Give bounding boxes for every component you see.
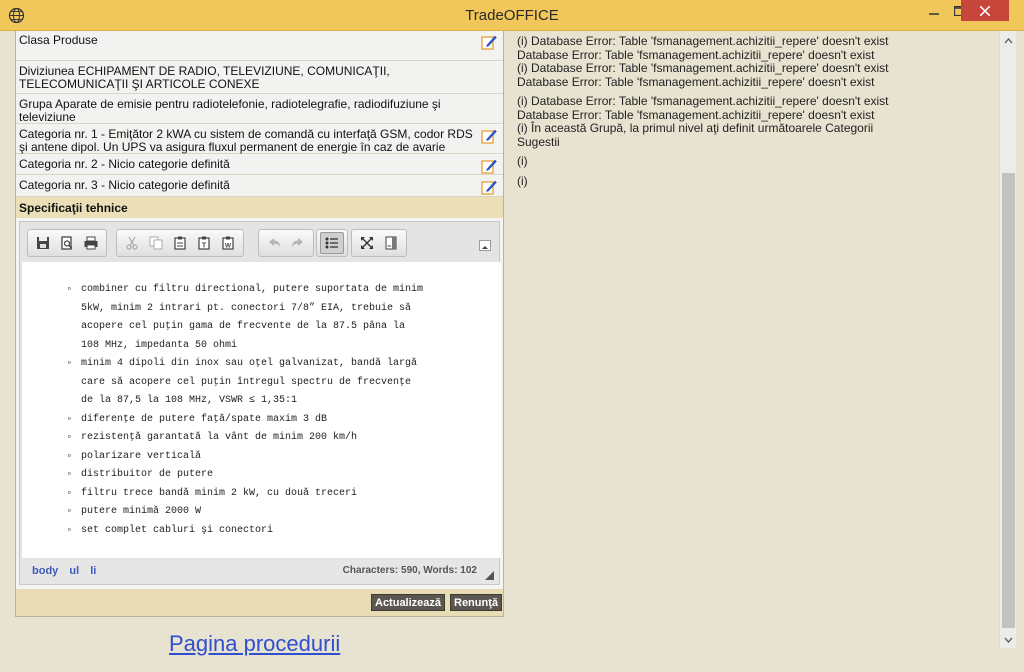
editor-statusbar: body ul li Characters: 590, Words: 102 [20,559,499,584]
row-text: Categoria nr. 2 - Nicio categorie defini… [19,157,230,171]
scroll-up-icon[interactable] [1004,37,1013,46]
row-text: Categoria nr. 1 - Emiţător 2 kWA cu sist… [19,127,473,154]
scroll-down-icon[interactable] [1004,635,1013,644]
edit-icon[interactable] [481,34,497,50]
spec-item[interactable]: distribuitor de putere [66,466,466,485]
toolbar-document-group [27,229,107,257]
actions-bar: Actualizează Renunţă [16,589,503,616]
minimize-button[interactable] [920,0,947,21]
edit-icon[interactable] [481,128,497,144]
log-line: (i) [517,154,528,168]
edit-icon[interactable] [481,158,497,174]
svg-text:W: W [225,243,232,250]
preview-icon[interactable] [55,232,79,254]
paste-word-icon[interactable]: W [216,232,240,254]
log-line: Database Error: Table 'fsmanagement.achi… [517,107,875,122]
collapse-toolbar-button[interactable] [479,240,491,251]
spec-item[interactable]: minim 4 dipoli din inox sau oţel galvani… [66,355,466,411]
log-line: (i) Database Error: Table 'fsmanagement.… [517,34,889,48]
path-li[interactable]: li [90,565,96,577]
row-group: Grupa Aparate de emisie pentru radiotele… [16,95,503,124]
row-division: Diviziunea ECHIPAMENT DE RADIO, TELEVIZI… [16,62,503,94]
element-path: body ul li [32,565,104,577]
row-text: Grupa Aparate de emisie pentru radiotele… [19,97,441,124]
log-line: Database Error: Table 'fsmanagement.achi… [517,74,875,89]
vertical-scrollbar[interactable] [999,31,1016,648]
toolbar-clipboard-group: T W [116,229,244,257]
paste-icon[interactable] [168,232,192,254]
minimize-icon [928,12,939,15]
cancel-button[interactable]: Renunţă [450,594,502,611]
toolbar-view-group [351,229,407,257]
log-line: Database Error: Table 'fsmanagement.achi… [517,47,875,62]
procedure-page-link[interactable]: Pagina procedurii [169,631,340,657]
message-log: (i) Database Error: Table 'fsmanagement.… [517,34,987,188]
log-line: (i) Database Error: Table 'fsmanagement.… [517,94,889,108]
collapse-icon [482,246,488,249]
log-line: Sugestii [517,134,560,149]
spec-item[interactable]: polarizare verticală [66,448,466,467]
scrollbar-thumb[interactable] [1002,173,1015,628]
print-icon[interactable] [79,232,103,254]
spec-item[interactable]: filtru trece bandă minim 2 kW, cu două t… [66,485,466,504]
copy-icon[interactable] [144,232,168,254]
row-category-3: Categoria nr. 3 - Nicio categorie defini… [16,176,503,197]
redo-icon[interactable] [286,232,310,254]
row-category-2: Categoria nr. 2 - Nicio categorie defini… [16,155,503,175]
path-body[interactable]: body [32,565,58,577]
update-button[interactable]: Actualizează [371,594,446,611]
rich-text-editor: T W ◦ combiner cu filtru directional, pu… [19,221,501,585]
spec-item[interactable]: rezistenţă garantată la vânt de minim 20… [66,429,466,448]
spec-item[interactable]: set complet cabluri şi conectori [66,522,466,541]
cut-icon[interactable] [120,232,144,254]
resize-grip-icon[interactable] [485,571,494,580]
close-icon [980,5,990,16]
undo-icon[interactable] [262,232,286,254]
row-text: Categoria nr. 3 - Nicio categorie defini… [19,178,230,192]
close-button[interactable] [961,0,1009,21]
spec-item[interactable]: diferenţe de putere faţă/spate maxim 3 d… [66,411,466,430]
log-line: (i) [517,173,528,188]
row-category-1: Categoria nr. 1 - Emiţător 2 kWA cu sist… [16,125,503,154]
bulleted-list-icon[interactable] [320,232,344,254]
toolbar-history-group [258,229,314,257]
row-text: Diviziunea ECHIPAMENT DE RADIO, TELEVIZI… [19,64,390,91]
edit-icon[interactable] [481,179,497,195]
word-count: Characters: 590, Words: 102 [342,565,477,576]
row-class: Clasa Produse [16,31,503,61]
spec-header: Specificaţii tehnice [16,197,503,218]
paste-text-icon[interactable]: T [192,232,216,254]
window-title: TradeOFFICE [465,7,559,24]
classification-panel: Clasa Produse Diviziunea ECHIPAMENT DE R… [15,31,504,617]
log-line: (i) Database Error: Table 'fsmanagement.… [517,61,889,75]
svg-text:T: T [202,243,207,250]
row-text: Clasa Produse [19,33,98,47]
spec-item[interactable]: putere minimă 2000 W [66,503,466,522]
save-icon[interactable] [31,232,55,254]
toolbar-list-group [316,229,348,257]
spec-list: combiner cu filtru directional, putere s… [66,281,466,540]
log-line: (i) În această Grupă, la primul nivel aţ… [517,121,874,135]
spec-item[interactable]: combiner cu filtru directional, putere s… [66,281,466,355]
maximize-icon[interactable] [355,232,379,254]
editor-content[interactable]: combiner cu filtru directional, putere s… [22,262,501,558]
title-bar: TradeOFFICE [0,0,1024,31]
show-blocks-icon[interactable] [379,232,403,254]
path-ul[interactable]: ul [69,565,79,577]
